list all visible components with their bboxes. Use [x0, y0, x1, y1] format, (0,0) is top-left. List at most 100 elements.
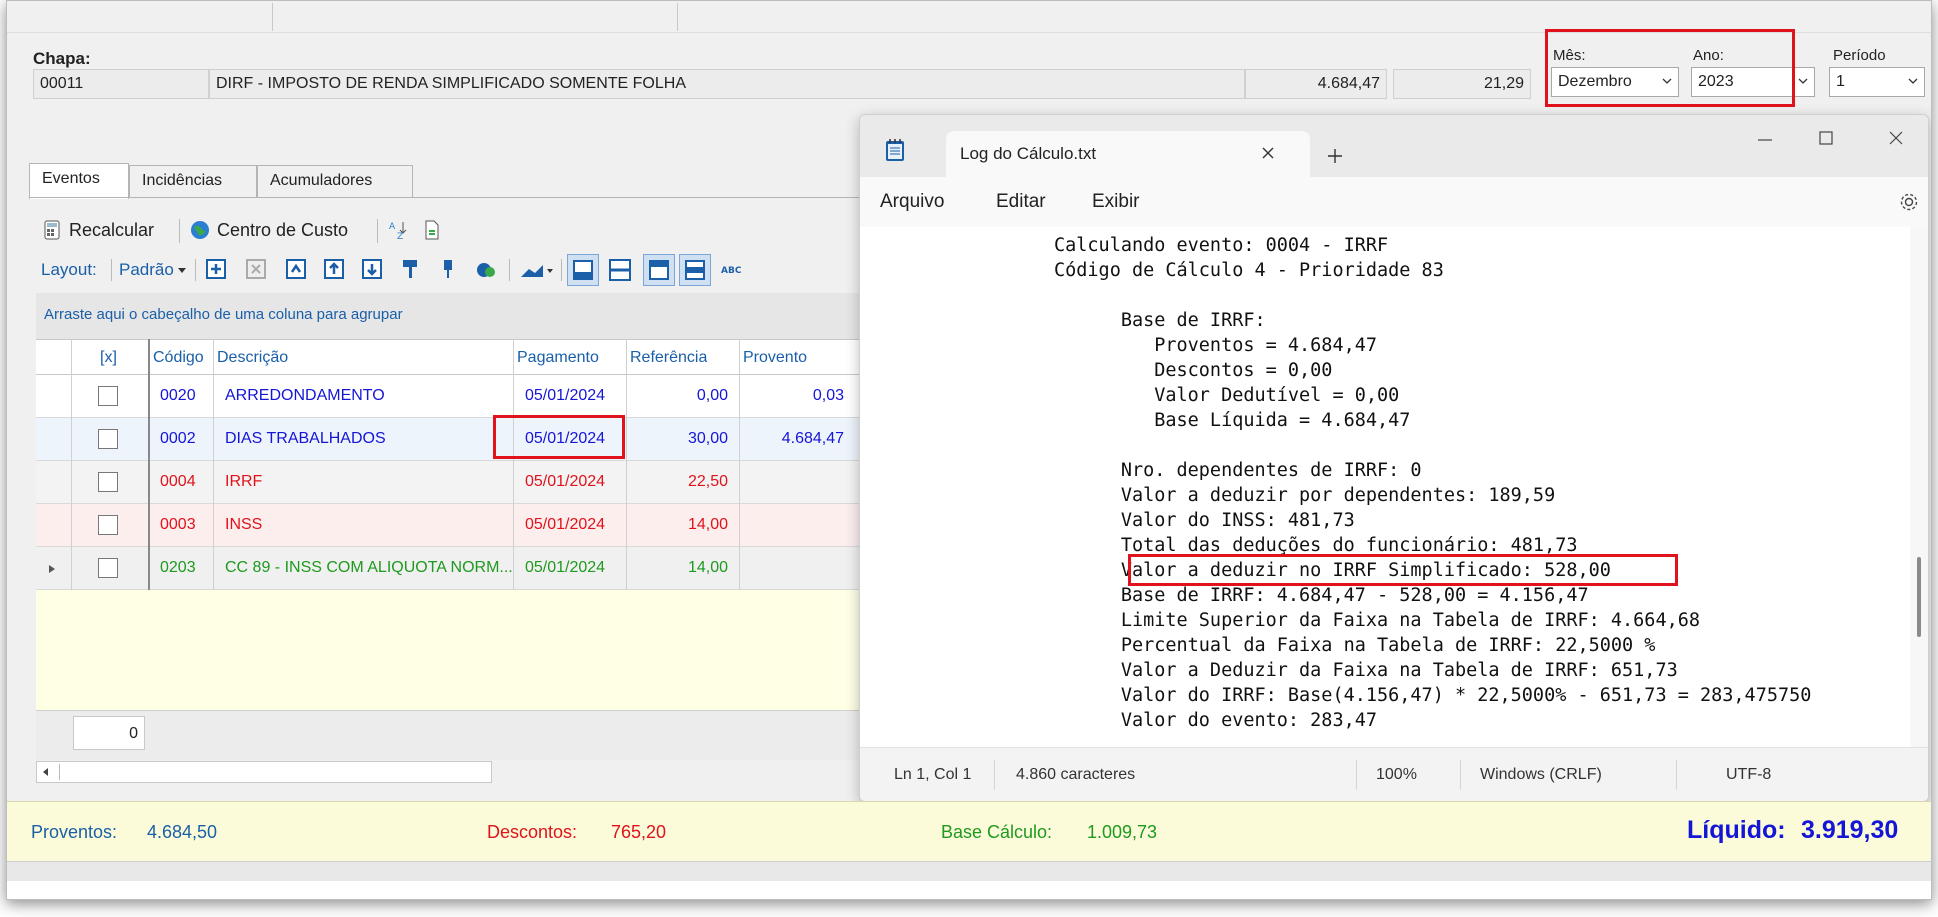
panel-top-icon	[649, 260, 669, 280]
move-down-icon[interactable]	[361, 258, 383, 280]
gear-icon[interactable]	[1898, 191, 1920, 213]
menu-editar[interactable]: Editar	[996, 191, 1046, 213]
close-tab-icon[interactable]	[1260, 145, 1276, 161]
log-line: Base Líquida = 4.684,47	[1054, 410, 1411, 431]
centro-custo-button[interactable]: Centro de Custo	[189, 219, 348, 241]
layout-dropdown[interactable]: Padrão	[119, 260, 186, 280]
tab-incidencias[interactable]: Incidências	[129, 165, 257, 197]
horizontal-scrollbar[interactable]	[36, 761, 492, 783]
paint-brush-icon[interactable]	[399, 258, 421, 280]
split-horizontal-icon[interactable]	[607, 257, 633, 283]
col-header-provento[interactable]: Provento	[743, 349, 807, 367]
cell-descricao: IRRF	[225, 473, 263, 490]
status-position: Ln 1, Col 1	[894, 766, 972, 783]
maximize-icon[interactable]	[1818, 130, 1834, 146]
close-window-icon[interactable]	[1888, 130, 1904, 146]
cell-descricao: DIAS TRABALHADOS	[225, 430, 386, 447]
globe-icon	[191, 221, 209, 239]
cell-referencia: 22,50	[687, 473, 728, 490]
status-eol: Windows (CRLF)	[1480, 766, 1602, 783]
sort-az-icon[interactable]: AZ	[387, 219, 409, 241]
chapa-field[interactable]: 00011	[33, 69, 209, 99]
valor-field: 4.684,47	[1245, 69, 1387, 99]
pin-icon[interactable]	[437, 258, 459, 280]
notepad-statusbar: Ln 1, Col 1 4.860 caracteres 100% Window…	[860, 747, 1928, 801]
notepad-menubar: Arquivo Editar Exibir	[860, 177, 1928, 227]
export-document-icon[interactable]	[421, 219, 443, 241]
cell-codigo: 0020	[160, 387, 196, 404]
col-header-codigo[interactable]: Código	[153, 349, 204, 367]
row-checkbox[interactable]	[98, 429, 118, 449]
chevron-down-icon	[1908, 78, 1918, 84]
table-row[interactable]: 0003 INSS 05/01/2024 14,00	[36, 504, 866, 547]
log-line: Proventos = 4.684,47	[1054, 335, 1378, 356]
col-header-select[interactable]: [x]	[100, 349, 117, 367]
col-header-pagamento[interactable]: Pagamento	[517, 349, 599, 367]
move-up-icon[interactable]	[323, 258, 345, 280]
row-checkbox[interactable]	[98, 515, 118, 535]
pagamento-highlight	[493, 415, 625, 459]
new-tab-icon[interactable]	[1326, 147, 1344, 165]
base-calculo-label: Base Cálculo:	[941, 822, 1053, 842]
log-line: Valor do evento: 283,47	[1054, 710, 1378, 731]
notepad-file-tab[interactable]: Log do Cálculo.txt	[946, 131, 1310, 177]
col-header-descricao[interactable]: Descrição	[217, 349, 288, 367]
refresh-icon[interactable]	[285, 258, 307, 280]
notepad-text-area[interactable]: Calculando evento: 0004 - IRRF Código de…	[860, 227, 1912, 747]
cell-codigo: 0003	[160, 516, 196, 533]
menu-exibir[interactable]: Exibir	[1092, 191, 1140, 213]
tab-acumuladores[interactable]: Acumuladores	[257, 165, 413, 197]
menu-arquivo[interactable]: Arquivo	[880, 191, 944, 213]
cell-codigo: 0203	[160, 559, 196, 576]
cell-provento: 0,03	[812, 387, 844, 404]
liquido-label: Líquido:	[1687, 816, 1786, 844]
evento-descricao-field: DIRF - IMPOSTO DE RENDA SIMPLIFICADO SOM…	[209, 69, 1245, 99]
table-row[interactable]: 0002 DIAS TRABALHADOS 05/01/2024 30,00 4…	[36, 418, 866, 461]
log-line: Valor a deduzir por dependentes: 189,59	[1054, 485, 1556, 506]
table-row[interactable]: 0020 ARREDONDAMENTO 05/01/2024 0,00 0,03	[36, 375, 866, 418]
minimize-icon[interactable]	[1756, 135, 1774, 145]
layout-value: Padrão	[119, 260, 174, 279]
status-zoom: 100%	[1376, 766, 1417, 783]
row-checkbox[interactable]	[98, 472, 118, 492]
tab-eventos[interactable]: Eventos	[29, 163, 129, 199]
scroll-thumb[interactable]	[1917, 557, 1921, 637]
layout-bottom-toggle[interactable]	[567, 254, 599, 286]
chart-dropdown-icon[interactable]	[519, 261, 553, 279]
recalcular-button[interactable]: Recalcular	[41, 219, 154, 241]
log-line: Limite Superior da Faixa na Tabela de IR…	[1054, 610, 1701, 631]
shapes-icon[interactable]	[475, 258, 497, 280]
calculator-icon	[44, 220, 60, 240]
screenshot-frame: Chapa: 00011 DIRF - IMPOSTO DE RENDA SIM…	[6, 0, 1932, 900]
notepad-window[interactable]: Log do Cálculo.txt Arquivo Editar Exibir…	[859, 114, 1929, 802]
delete-row-icon[interactable]	[245, 258, 267, 280]
log-line: Valor Dedutível = 0,00	[1054, 385, 1400, 406]
table-row[interactable]: 0004 IRRF 05/01/2024 22,50	[36, 461, 866, 504]
notepad-icon	[886, 139, 904, 161]
row-checkbox[interactable]	[98, 558, 118, 578]
add-row-icon[interactable]	[205, 258, 227, 280]
layout-top-toggle[interactable]	[643, 254, 675, 286]
group-by-area[interactable]: Arraste aqui o cabeçalho de uma coluna p…	[36, 293, 866, 339]
referencia-field: 21,29	[1393, 69, 1531, 99]
bottom-strip	[7, 861, 1931, 881]
notepad-scrollbar[interactable]	[1910, 227, 1928, 747]
layout-middle-toggle[interactable]	[679, 254, 711, 286]
status-encoding: UTF-8	[1726, 766, 1772, 783]
irrf-simplificado-highlight	[1128, 554, 1678, 586]
row-checkbox[interactable]	[98, 386, 118, 406]
cell-referencia: 30,00	[687, 430, 728, 447]
row-count-field[interactable]: 0	[73, 716, 145, 750]
table-row[interactable]: 0203 CC 89 - INSS COM ALIQUOTA NORM... 0…	[36, 547, 866, 590]
descontos-value: 765,20	[611, 822, 667, 842]
col-header-referencia[interactable]: Referência	[630, 349, 707, 367]
log-line: Calculando evento: 0004 - IRRF	[1054, 235, 1389, 256]
log-line: Percentual da Faixa na Tabela de IRRF: 2…	[1054, 635, 1656, 656]
row-expand-icon[interactable]	[48, 564, 56, 574]
svg-text:ABC: ABC	[721, 266, 742, 276]
recalcular-label: Recalcular	[69, 219, 155, 240]
spellcheck-icon[interactable]: ABC	[721, 263, 745, 277]
periodo-select[interactable]: 1	[1829, 67, 1925, 97]
scroll-left-icon[interactable]	[41, 767, 51, 777]
log-line: Código de Cálculo 4 - Prioridade 83	[1054, 260, 1444, 281]
